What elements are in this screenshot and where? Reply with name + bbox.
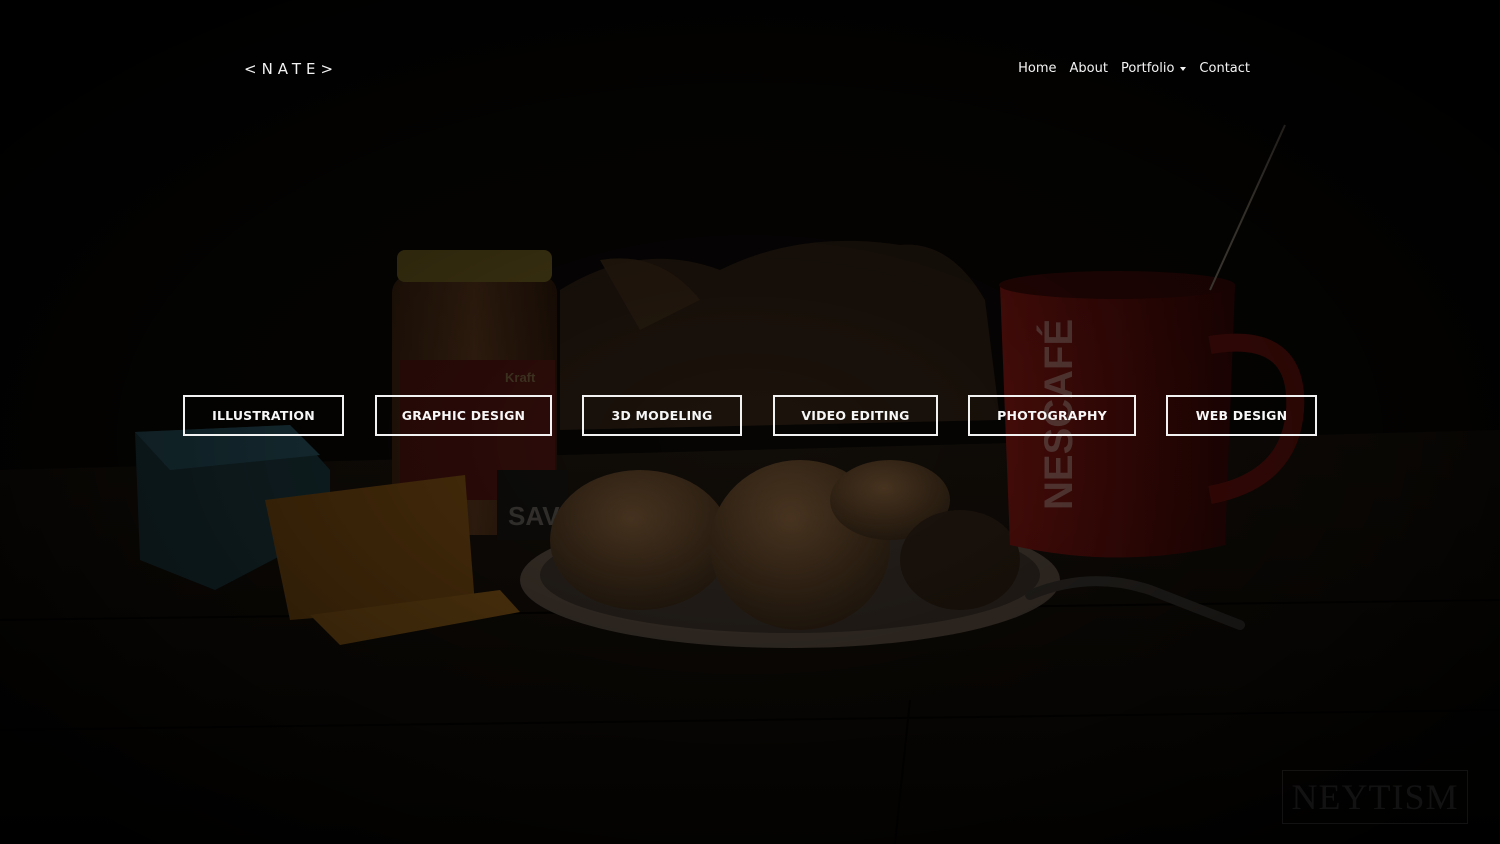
chevron-down-icon <box>1180 66 1187 71</box>
category-illustration-button[interactable]: ILLUSTRATION <box>183 395 344 436</box>
nav-home[interactable]: Home <box>1018 61 1056 76</box>
nav-portfolio-label: Portfolio <box>1120 61 1175 76</box>
nav-about[interactable]: About <box>1070 61 1108 76</box>
category-video-editing-button[interactable]: VIDEO EDITING <box>773 395 938 436</box>
main-nav: Home About Portfolio Contact <box>1018 61 1250 76</box>
category-photography-button[interactable]: PHOTOGRAPHY <box>968 395 1136 436</box>
category-graphic-design-button[interactable]: GRAPHIC DESIGN <box>375 395 552 436</box>
category-web-design-button[interactable]: WEB DESIGN <box>1166 395 1317 436</box>
photo-watermark: NEYTISM <box>1282 770 1468 824</box>
nav-contact[interactable]: Contact <box>1199 61 1250 76</box>
site-logo[interactable]: <NATE> <box>244 60 338 78</box>
category-3d-modeling-button[interactable]: 3D MODELING <box>582 395 742 436</box>
nav-portfolio[interactable]: Portfolio <box>1120 61 1187 76</box>
